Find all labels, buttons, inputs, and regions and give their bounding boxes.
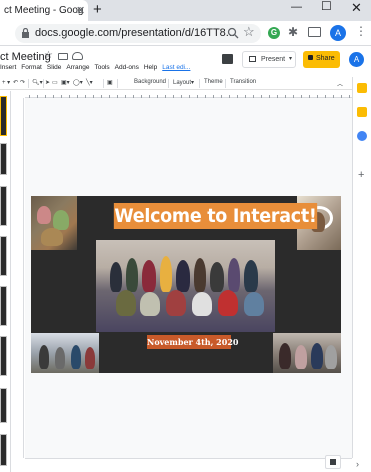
new-tab-button[interactable]: +: [93, 1, 102, 18]
select-cursor-icon[interactable]: ➤: [45, 79, 50, 86]
photo-bottom-right[interactable]: [273, 333, 341, 373]
browser-tab[interactable]: ct Meeting - Goog ✕: [0, 0, 88, 21]
menu-arrange[interactable]: Arrange: [66, 64, 89, 71]
textbox-icon[interactable]: ▭: [52, 79, 58, 86]
menu-tools[interactable]: Tools: [94, 64, 109, 71]
browser-menu-icon[interactable]: ⋮: [355, 24, 367, 38]
photo-bottom-left[interactable]: [31, 333, 99, 373]
bookmark-star-icon[interactable]: ☆: [243, 24, 255, 40]
address-bar-row: docs.google.com/presentation/d/16TT8... …: [0, 21, 371, 46]
cast-icon[interactable]: [308, 27, 321, 37]
shape-icon[interactable]: ◯▾: [73, 79, 83, 86]
comment-add-icon[interactable]: ▣: [107, 79, 113, 86]
theme-button[interactable]: Theme: [204, 79, 223, 85]
background-button[interactable]: Background: [134, 79, 166, 85]
menu-format[interactable]: Format: [21, 64, 42, 71]
horizontal-scrollbar[interactable]: [25, 458, 352, 472]
slide-thumbnail[interactable]: [0, 286, 7, 326]
horizontal-ruler: [25, 91, 352, 98]
slide-thumbnail[interactable]: [0, 96, 7, 136]
tab-title: ct Meeting - Goog: [4, 5, 84, 16]
zoom-menu-icon[interactable]: 🔍︎▾: [32, 79, 43, 86]
vertical-ruler: [17, 98, 24, 458]
calendar-icon[interactable]: [357, 131, 367, 141]
collapse-toolbar-icon[interactable]: ︿: [337, 79, 343, 88]
extension-g-icon[interactable]: G: [268, 27, 280, 39]
window-close-button[interactable]: ✕: [351, 0, 362, 16]
present-monitor-icon: [249, 56, 256, 62]
line-icon[interactable]: ╲▾: [86, 79, 93, 86]
slide-thumbnail[interactable]: [0, 388, 7, 423]
keep-icon[interactable]: [357, 83, 367, 93]
explore-icon[interactable]: [325, 455, 341, 469]
maximize-button[interactable]: ☐: [321, 0, 332, 13]
comment-icon[interactable]: [222, 54, 233, 64]
move-folder-icon[interactable]: [58, 53, 68, 60]
photo-top-left[interactable]: [31, 196, 77, 250]
group-photo[interactable]: [96, 240, 275, 332]
image-icon[interactable]: ▣▾: [61, 79, 70, 86]
lock-icon[interactable]: [21, 28, 30, 38]
menu-bar: Insert Format Slide Arrange Tools Add-ons Help…: [0, 64, 195, 76]
share-button[interactable]: Share: [303, 51, 340, 68]
zoom-icon[interactable]: [227, 27, 239, 39]
menu-addons[interactable]: Add-ons: [115, 64, 139, 71]
extensions-puzzle-icon[interactable]: ✱: [288, 25, 298, 39]
slide-thumbnail[interactable]: [0, 186, 7, 226]
undo-icon[interactable]: ↶: [13, 79, 18, 86]
minimize-button[interactable]: —: [291, 1, 302, 13]
last-edit-link[interactable]: Last edi...: [162, 64, 190, 71]
star-icon[interactable]: ☆: [44, 50, 53, 61]
slide-date[interactable]: November 4th, 2020: [147, 335, 238, 349]
slide-thumbnail[interactable]: [0, 336, 7, 376]
cloud-status-icon: [72, 52, 83, 60]
tasks-icon[interactable]: [357, 107, 367, 117]
present-button[interactable]: Present: [242, 51, 296, 68]
present-dropdown-icon[interactable]: ▾: [289, 55, 292, 62]
browser-tab-strip: ct Meeting - Goog ✕ + — ☐ ✕: [0, 0, 371, 21]
menu-insert[interactable]: Insert: [0, 64, 16, 71]
slide-title[interactable]: Welcome to Interact!: [113, 203, 318, 229]
menu-help[interactable]: Help: [144, 64, 157, 71]
account-avatar[interactable]: A: [349, 52, 364, 67]
docs-header: ct Meeting ☆ Insert Format Slide Arrange Too…: [0, 46, 371, 75]
url-text[interactable]: docs.google.com/presentation/d/16TT8...: [35, 27, 235, 39]
menu-slide[interactable]: Slide: [47, 64, 61, 71]
redo-icon[interactable]: ↷: [20, 79, 25, 86]
get-addons-plus-icon[interactable]: +: [358, 169, 364, 181]
slide-filmstrip[interactable]: [0, 91, 11, 472]
share-label: Share: [316, 55, 335, 62]
browser-profile-avatar[interactable]: A: [330, 25, 346, 41]
collapse-side-panel-icon[interactable]: ›: [356, 459, 359, 469]
close-tab-icon[interactable]: ✕: [76, 4, 85, 17]
slide[interactable]: Welcome to Interact! November 4th, 2020: [31, 196, 341, 373]
slide-thumbnail[interactable]: [0, 434, 7, 466]
add-slide-icon[interactable]: + ▾: [2, 79, 10, 86]
side-panel: +: [352, 77, 371, 458]
slide-thumbnail[interactable]: [0, 236, 7, 276]
layout-button[interactable]: Layout▾: [173, 79, 194, 86]
editing-toolbar: + ▾ ↶ ↷ 🔍︎▾ ➤ ▭ ▣▾ ◯▾ ╲▾ ▣ Background La…: [0, 77, 352, 90]
share-lock-icon: [308, 55, 313, 60]
slide-thumbnail[interactable]: [0, 143, 7, 175]
omnibox[interactable]: docs.google.com/presentation/d/16TT8... …: [15, 24, 261, 43]
present-label: Present: [261, 56, 286, 63]
transition-button[interactable]: Transition: [230, 79, 256, 85]
